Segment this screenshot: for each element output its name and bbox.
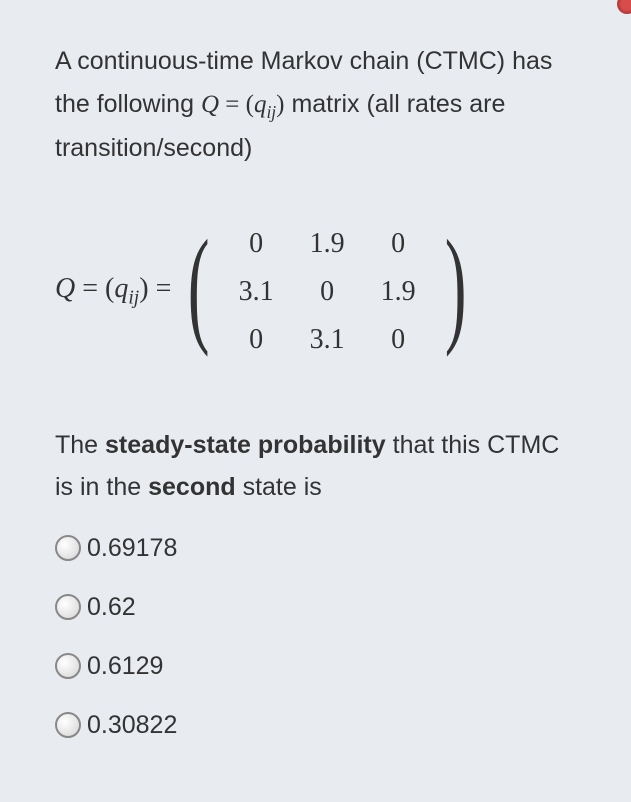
option-label: 0.62 xyxy=(87,593,136,622)
question-intro: A continuous-time Markov chain (CTMC) ha… xyxy=(55,40,576,170)
matrix-paren-left: ( xyxy=(188,238,210,336)
matrix-cell: 1.9 xyxy=(292,220,363,268)
option-label: 0.69178 xyxy=(87,534,177,563)
matrix-table: 0 1.9 0 3.1 0 1.9 0 3.1 0 xyxy=(221,220,434,364)
follow-pre: The xyxy=(55,431,105,459)
matrix-cell: 0 xyxy=(292,268,363,316)
var-Q: Q xyxy=(201,91,219,118)
radio-icon[interactable] xyxy=(55,594,81,620)
matrix-paren-right: ) xyxy=(444,238,466,336)
follow-bold2: second xyxy=(148,473,236,501)
sub-ij: ij xyxy=(266,102,276,122)
follow-bold1: steady-state probability xyxy=(105,431,386,459)
option-3[interactable]: 0.6129 xyxy=(55,652,576,681)
option-label: 0.30822 xyxy=(87,711,177,740)
table-row: 0 3.1 0 xyxy=(221,316,434,364)
paren-close-2: ) xyxy=(139,273,148,304)
paren-open: ( xyxy=(246,91,254,118)
option-label: 0.6129 xyxy=(87,652,163,681)
notification-badge xyxy=(617,0,631,14)
option-4[interactable]: 0.30822 xyxy=(55,711,576,740)
var-q: q xyxy=(254,91,267,118)
option-1[interactable]: 0.69178 xyxy=(55,534,576,563)
matrix-equation: Q = (qij) = ( 0 1.9 0 3.1 0 1.9 0 3.1 0 … xyxy=(55,220,576,364)
paren-open-2: ( xyxy=(105,273,114,304)
matrix-body: 0 1.9 0 3.1 0 1.9 0 3.1 0 xyxy=(221,220,434,364)
option-2[interactable]: 0.62 xyxy=(55,593,576,622)
paren-close: ) xyxy=(276,91,284,118)
matrix-cell: 0 xyxy=(221,316,292,364)
var-q-2: q xyxy=(114,273,128,304)
eq2: = xyxy=(149,273,172,304)
radio-icon[interactable] xyxy=(55,535,81,561)
lhs: Q = (qij) = xyxy=(55,273,177,310)
matrix-cell: 3.1 xyxy=(292,316,363,364)
follow-post: state is xyxy=(236,473,322,501)
options-group: 0.69178 0.62 0.6129 0.30822 xyxy=(55,534,576,740)
table-row: 0 1.9 0 xyxy=(221,220,434,268)
table-row: 3.1 0 1.9 xyxy=(221,268,434,316)
matrix-cell: 3.1 xyxy=(221,268,292,316)
matrix-cell: 1.9 xyxy=(363,268,434,316)
radio-icon[interactable] xyxy=(55,653,81,679)
matrix-cell: 0 xyxy=(363,220,434,268)
sub-ij-2: ij xyxy=(128,288,139,309)
matrix-cell: 0 xyxy=(363,316,434,364)
radio-icon[interactable] xyxy=(55,712,81,738)
matrix-cell: 0 xyxy=(221,220,292,268)
var-Q-2: Q xyxy=(55,273,75,304)
eq1: = xyxy=(75,273,105,304)
eq-sign: = xyxy=(219,91,246,118)
question-followup: The steady-state probability that this C… xyxy=(55,424,576,509)
